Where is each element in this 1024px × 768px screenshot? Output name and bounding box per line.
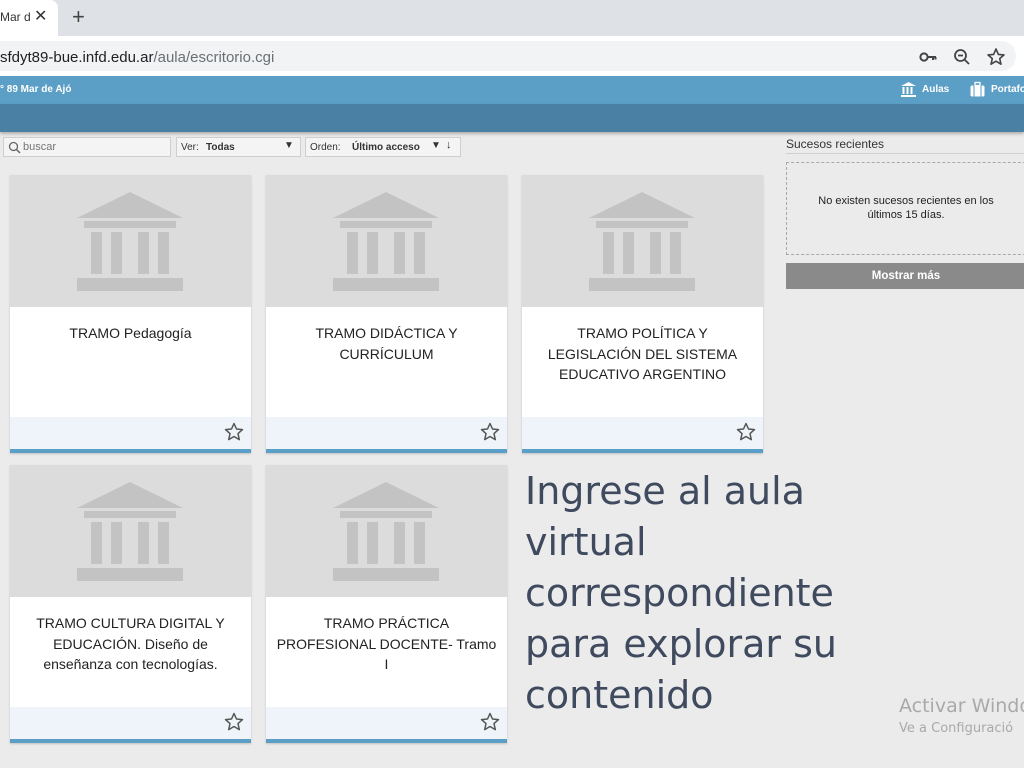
course-card[interactable]: TRAMO PRÁCTICA PROFESIONAL DOCENTE- Tram… [266,465,507,743]
site-subheader [0,104,1024,132]
course-footer [522,417,763,449]
ver-value: Todas [206,142,235,153]
zoom-out-icon[interactable] [951,46,973,68]
orden-value: Último acceso [352,142,420,153]
site-header: ° 89 Mar de Ajó Aulas Portafo [0,76,1024,104]
overlay-instruction-text: Ingrese al aula virtual correspondiente … [525,469,838,717]
show-more-button[interactable]: Mostrar más [786,263,1024,289]
search-input[interactable] [23,139,163,155]
browser-toolbar: sfdyt89-bue.infd.edu.ar/aula/escritorio.… [0,36,1024,76]
card-accent-bar [266,449,507,453]
course-card[interactable]: TRAMO CULTURA DIGITAL Y EDUCACIÓN. Diseñ… [10,465,251,743]
favorite-star-icon[interactable] [480,712,500,732]
building-icon [901,82,916,97]
course-footer [10,707,251,739]
course-title: TRAMO Pedagogía [69,325,192,341]
watermark-line-2: Ve a Configuració [899,721,1014,736]
building-icon [333,192,439,291]
favorite-star-icon[interactable] [224,422,244,442]
url-path: /aula/escritorio.cgi [153,49,275,66]
portfolio-icon [970,81,985,97]
watermark-line-1: Activar Windo [899,695,1024,717]
course-image [10,175,251,307]
building-icon [333,482,439,581]
favorite-star-icon[interactable] [736,422,756,442]
course-card[interactable]: TRAMO POLÍTICA Y LEGISLACIÓN DEL SISTEMA… [522,175,763,453]
divider [786,153,1024,154]
bookmark-star-icon[interactable] [985,46,1007,68]
sort-direction-icon[interactable]: ↓ [446,139,452,151]
ver-label: Ver: [181,142,199,153]
course-card[interactable]: TRAMO DIDÁCTICA Y CURRÍCULUM [266,175,507,453]
building-icon [77,192,183,291]
orden-select[interactable]: Orden: Último acceso ▼ ↓ [305,137,461,157]
recent-events-title: Sucesos recientes [786,137,885,151]
favorite-star-icon[interactable] [224,712,244,732]
tab-title: Mar d [0,10,30,24]
browser-tab-strip: Mar d ✕ + [0,0,1024,36]
course-card[interactable]: TRAMO Pedagogía [10,175,251,453]
card-accent-bar [522,449,763,453]
windows-activation-watermark: Activar Windo Ve a Configuració [899,694,1024,740]
card-accent-bar [266,739,507,743]
nav-aulas-label: Aulas [922,84,950,95]
favorite-star-icon[interactable] [480,422,500,442]
course-image [10,465,251,597]
url-text: sfdyt89-bue.infd.edu.ar/aula/escritorio.… [0,49,274,66]
dropdown-arrow-icon: ▼ [284,140,294,151]
key-icon[interactable] [917,46,939,68]
new-tab-icon[interactable]: + [72,5,85,29]
address-bar[interactable]: sfdyt89-bue.infd.edu.ar/aula/escritorio.… [0,41,1016,71]
orden-label: Orden: [310,142,341,153]
nav-aulas[interactable]: Aulas [900,81,949,98]
url-host: sfdyt89-bue.infd.edu.ar [0,49,154,66]
ver-select[interactable]: Ver: Todas ▼ [176,137,301,157]
search-box [3,137,171,157]
close-tab-icon[interactable]: ✕ [34,8,47,26]
course-image [266,465,507,597]
course-title: TRAMO DIDÁCTICA Y CURRÍCULUM [315,325,458,362]
course-footer [266,707,507,739]
site-name: ° 89 Mar de Ajó [0,84,72,95]
card-accent-bar [10,449,251,453]
course-footer [10,417,251,449]
recent-events-empty-message: No existen sucesos recientes en los últi… [818,195,994,221]
search-icon [8,141,21,154]
dropdown-arrow-icon: ▼ [431,140,441,151]
building-icon [589,192,695,291]
building-icon [77,482,183,581]
course-title: TRAMO PRÁCTICA PROFESIONAL DOCENTE- Tram… [276,615,497,672]
course-image [266,175,507,307]
course-image [522,175,763,307]
course-title: TRAMO CULTURA DIGITAL Y EDUCACIÓN. Diseñ… [36,615,225,672]
nav-portafolio[interactable]: Portafo [969,81,1024,98]
card-accent-bar [10,739,251,743]
course-footer [266,417,507,449]
course-title: TRAMO POLÍTICA Y LEGISLACIÓN DEL SISTEMA… [547,325,738,382]
browser-tab[interactable]: Mar d ✕ [0,0,58,36]
nav-portafolio-label: Portafo [991,84,1024,95]
